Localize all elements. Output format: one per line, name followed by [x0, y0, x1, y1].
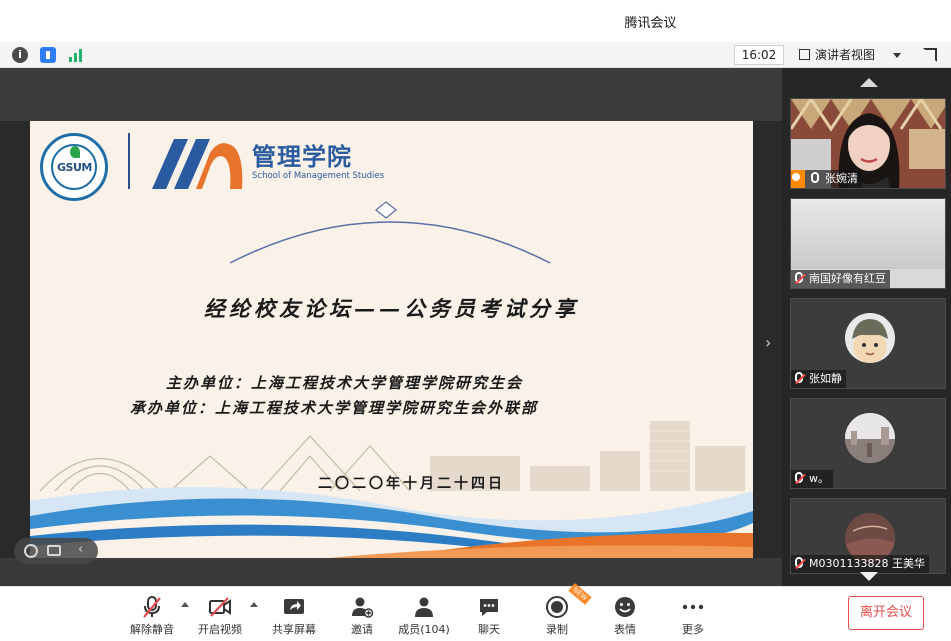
invite-button[interactable]: 邀请 — [330, 593, 394, 639]
participant-name: 张婉清 — [825, 172, 858, 185]
microphone-muted-icon — [143, 596, 161, 618]
fullscreen-icon[interactable] — [923, 48, 937, 62]
participant-name: M0301133828 王美华 — [809, 557, 925, 570]
add-user-icon — [352, 597, 374, 618]
scroll-down-icon[interactable] — [860, 572, 878, 581]
participant-tile[interactable]: M0301133828 王美华 — [790, 498, 946, 574]
chevron-right-icon[interactable]: › — [765, 333, 771, 352]
school-name-en: School of Management Studies — [252, 171, 385, 181]
title-bar: 腾讯会议 — [0, 0, 951, 42]
participant-name: 南国好像有红豆 — [809, 272, 886, 285]
grid-view-icon — [799, 49, 810, 60]
chat-button[interactable]: 聊天 — [457, 593, 521, 639]
chat-icon — [480, 599, 498, 616]
school-name-cn: 管理学院 — [252, 143, 352, 171]
chevron-up-icon[interactable] — [250, 602, 258, 607]
reactions-button[interactable]: 表情 — [593, 593, 657, 639]
slide-date: 二〇二〇年十月二十四日 — [318, 476, 505, 492]
participant-video-panel: 张婉清 南国好像有红豆 张如静 w。 M0301133828 王美华 — [782, 68, 951, 586]
microphone-muted-icon — [795, 372, 803, 383]
keyboard-icon[interactable] — [47, 545, 61, 556]
members-icon — [415, 597, 433, 617]
view-mode-select[interactable]: 演讲者视图 — [799, 45, 907, 65]
status-bar: i 16:02 演讲者视图 — [0, 42, 951, 68]
participant-tile[interactable]: w。 — [790, 398, 946, 489]
participant-tile[interactable]: 张婉清 — [790, 98, 946, 189]
microphone-muted-icon — [795, 272, 803, 283]
scroll-up-icon[interactable] — [860, 78, 878, 87]
meeting-timer: 16:02 — [734, 45, 784, 65]
slide-co-organizer: 承办单位：上海工程技术大学管理学院研究生会外联部 — [130, 399, 539, 417]
chevron-left-icon[interactable]: ‹ — [78, 542, 83, 557]
view-mode-label: 演讲者视图 — [815, 48, 876, 62]
participant-tile[interactable]: 南国好像有红豆 — [790, 198, 946, 289]
avatar — [845, 413, 895, 463]
host-icon — [791, 170, 805, 188]
gsum-logo: GSUM — [40, 133, 108, 201]
members-button[interactable]: 成员(104) — [392, 593, 456, 639]
meeting-window: 腾讯会议 i 16:02 演讲者视图 › GSUM 管理学院 School of… — [0, 0, 951, 641]
school-of-management-logo — [152, 139, 243, 189]
slide-organizer: 主办单位：上海工程技术大学管理学院研究生会 — [166, 374, 524, 392]
leave-meeting-button[interactable]: 离开会议 — [848, 596, 924, 630]
record-icon — [546, 596, 568, 618]
annotation-controls[interactable]: ‹ — [14, 538, 98, 564]
decorative-arc — [229, 201, 551, 264]
microphone-muted-icon — [795, 472, 803, 483]
more-button[interactable]: 更多 — [661, 593, 725, 639]
more-dots-icon — [682, 604, 704, 610]
shared-screen-stage: › GSUM 管理学院 School of Management Studies… — [0, 68, 782, 586]
chevron-down-icon — [893, 53, 901, 58]
gsum-logo-text: GSUM — [57, 161, 92, 174]
security-shield-icon[interactable] — [40, 47, 56, 63]
avatar — [845, 313, 895, 363]
share-screen-icon — [284, 599, 304, 614]
camera-off-icon — [209, 597, 231, 617]
share-screen-button[interactable]: 共享屏幕 — [262, 593, 326, 639]
participant-tile[interactable]: 张如静 — [790, 298, 946, 389]
emoji-icon[interactable] — [24, 544, 38, 558]
emoji-icon — [615, 597, 635, 617]
presentation-slide: GSUM 管理学院 School of Management Studies 经… — [30, 121, 753, 558]
slide-title: 经纶校友论坛——公务员考试分享 — [204, 296, 579, 321]
microphone-icon — [811, 172, 819, 183]
network-signal-icon[interactable] — [68, 47, 84, 63]
info-icon[interactable]: i — [12, 47, 28, 63]
start-video-button[interactable]: 开启视频 — [188, 593, 252, 639]
participant-name: 张如静 — [809, 372, 842, 385]
meeting-toolbar: 解除静音 开启视频 共享屏幕 邀请 成员(104) 聊天 录制 NEW 表情 更… — [0, 583, 951, 641]
window-title: 腾讯会议 — [624, 16, 677, 31]
microphone-muted-icon — [795, 557, 803, 568]
participant-name: w。 — [809, 472, 829, 485]
unmute-button[interactable]: 解除静音 — [120, 593, 184, 639]
